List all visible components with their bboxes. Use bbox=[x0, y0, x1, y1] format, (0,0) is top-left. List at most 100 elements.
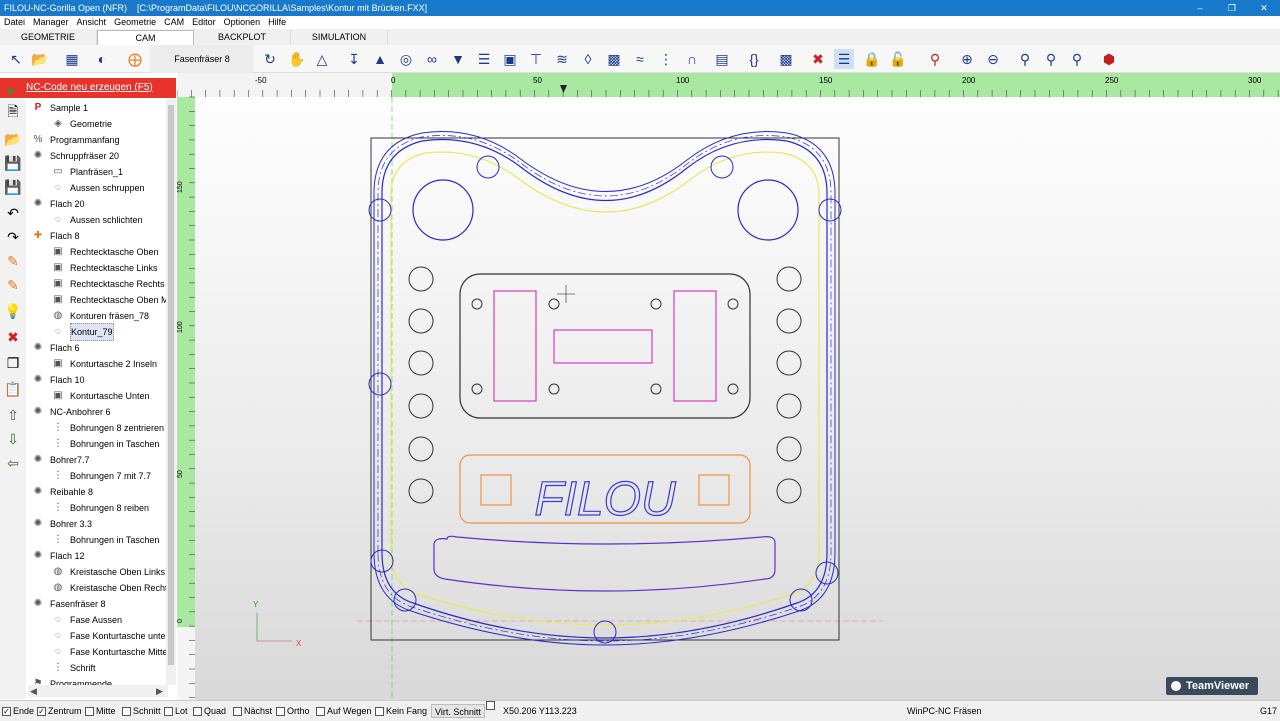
tree-item[interactable]: ▣ Rechtecktasche Oben bbox=[50, 244, 158, 260]
spiral-icon[interactable]: ∞ bbox=[422, 49, 442, 69]
tree-item[interactable]: ✺ Flach 12 bbox=[30, 548, 85, 564]
tab-geometrie[interactable]: GEOMETRIE bbox=[0, 30, 97, 45]
minimize-icon[interactable]: – bbox=[1184, 0, 1216, 16]
snap-lot[interactable]: Lot bbox=[164, 701, 188, 721]
scroll-left-icon[interactable]: ◀ bbox=[30, 685, 37, 697]
checker-icon[interactable]: ▩ bbox=[776, 49, 796, 69]
nc-regenerate-button[interactable]: ➤ NC-Code neu erzeugen (F5) bbox=[0, 78, 176, 98]
tab-cam[interactable]: CAM bbox=[97, 30, 194, 45]
menu-hilfe[interactable]: Hilfe bbox=[268, 16, 286, 29]
snap-lot-checkbox[interactable] bbox=[164, 706, 173, 716]
snap-ortho[interactable]: Ortho bbox=[276, 701, 310, 721]
hole[interactable] bbox=[776, 350, 802, 376]
small-hole[interactable] bbox=[650, 298, 662, 310]
hand-icon[interactable]: ✋ bbox=[287, 49, 307, 69]
tree-item[interactable]: ▣ Rechtecktasche Rechts bbox=[50, 276, 164, 292]
maximize-icon[interactable]: ❐ bbox=[1216, 0, 1248, 16]
snap-zentrum-checkbox[interactable]: ✓ bbox=[37, 706, 46, 716]
zoom-prev-icon[interactable]: ⚲ bbox=[1015, 49, 1035, 69]
tree-item[interactable]: ◌ Aussen schlichten bbox=[50, 212, 143, 228]
snap-naechst-checkbox[interactable] bbox=[233, 706, 242, 716]
tree-item[interactable]: ✺ Fasenfräser 8 bbox=[30, 596, 106, 612]
rect-pocket-right[interactable] bbox=[673, 290, 717, 402]
save-icon[interactable]: 💾 bbox=[3, 153, 23, 173]
layers-icon[interactable]: ☰ bbox=[834, 49, 854, 69]
edit-list-icon[interactable]: ✎ bbox=[3, 275, 23, 295]
move-left-icon[interactable]: ⇦ bbox=[3, 453, 23, 473]
bulb-icon[interactable]: 💡 bbox=[3, 301, 23, 321]
snap-mitte[interactable]: Mitte bbox=[85, 701, 116, 721]
tree-item[interactable]: ◍ Kreistasche Oben Links bbox=[50, 564, 165, 580]
hole[interactable] bbox=[776, 393, 802, 419]
bottom-contour-pocket[interactable] bbox=[433, 535, 776, 592]
tree-item[interactable]: ◈ Geometrie bbox=[50, 116, 112, 132]
tree-item[interactable]: ✚ Flach 8 bbox=[30, 228, 80, 244]
menu-geometrie[interactable]: Geometrie bbox=[114, 16, 156, 29]
text-pocket-island-right[interactable] bbox=[698, 474, 730, 506]
small-hole[interactable] bbox=[471, 298, 483, 310]
wave-icon[interactable]: ≈ bbox=[630, 49, 650, 69]
small-hole[interactable] bbox=[548, 298, 560, 310]
tree-item[interactable]: ✺ Schruppfräser 20 bbox=[30, 148, 119, 164]
unlock-icon[interactable]: 🔓 bbox=[888, 49, 908, 69]
tree-item[interactable]: P Sample 1 bbox=[30, 100, 88, 116]
menu-datei[interactable]: Datei bbox=[4, 16, 25, 29]
tree-item[interactable]: ⚑ Programmende bbox=[30, 676, 113, 685]
tree-item[interactable]: ◍ Konturen fräsen_78 bbox=[50, 308, 149, 324]
lines-icon[interactable]: ☰ bbox=[474, 49, 494, 69]
select-arrow-icon[interactable]: ↖ bbox=[6, 49, 26, 69]
chamfer-icon[interactable]: ◊ bbox=[578, 49, 598, 69]
tree-item[interactable]: ✺ Flach 6 bbox=[30, 340, 80, 356]
open-icon[interactable]: 📂 bbox=[30, 49, 50, 69]
middle-contour-pocket[interactable] bbox=[459, 273, 751, 419]
tree-item[interactable]: ✺ Bohrer 3.3 bbox=[30, 516, 92, 532]
bridge-circle[interactable] bbox=[368, 372, 392, 396]
finish-path[interactable] bbox=[390, 151, 820, 626]
tree-item[interactable]: ◌ Aussen schruppen bbox=[50, 180, 145, 196]
tree-item[interactable]: ✺ Reibahle 8 bbox=[30, 484, 93, 500]
copy-icon[interactable]: ❐ bbox=[3, 353, 23, 373]
t-slot-icon[interactable]: ⊤ bbox=[526, 49, 546, 69]
rect-pocket-center[interactable] bbox=[553, 329, 653, 364]
menu-manager[interactable]: Manager bbox=[33, 16, 69, 29]
tree-item[interactable]: ▣ Konturtasche Unten bbox=[50, 388, 149, 404]
tree-item[interactable]: % Programmanfang bbox=[30, 132, 120, 148]
small-hole[interactable] bbox=[727, 298, 739, 310]
pp-icon[interactable]: ▦ bbox=[62, 49, 82, 69]
tree-item[interactable]: ✺ Flach 20 bbox=[30, 196, 85, 212]
hole[interactable] bbox=[776, 436, 802, 462]
editor-icon[interactable]: ▤ bbox=[712, 49, 732, 69]
tree-item[interactable]: ▭ Planfräsen_1 bbox=[50, 164, 123, 180]
save-as-icon[interactable]: 💾 bbox=[3, 177, 23, 197]
pencil-icon[interactable]: ✎ bbox=[3, 251, 23, 271]
tree-item[interactable]: ⋮ Bohrungen in Taschen bbox=[50, 436, 159, 452]
tree-vertical-scrollbar[interactable] bbox=[166, 99, 176, 685]
menu-optionen[interactable]: Optionen bbox=[224, 16, 261, 29]
tree-item[interactable]: ✺ Bohrer7.7 bbox=[30, 452, 90, 468]
move-down-icon[interactable]: ⇩ bbox=[3, 429, 23, 449]
drawing-canvas[interactable]: 150 100 50 0 -50 0 50 100 150 200 250 30… bbox=[176, 73, 1280, 700]
pattern-icon[interactable]: ▩ bbox=[604, 49, 624, 69]
snap-naechst[interactable]: Nächst bbox=[233, 701, 272, 721]
bridge-circle[interactable] bbox=[368, 198, 392, 222]
tree-item[interactable]: ◍ Kreistasche Oben Rechts bbox=[50, 580, 170, 596]
snap-mitte-checkbox[interactable] bbox=[85, 706, 94, 716]
snap-quad[interactable]: Quad bbox=[193, 701, 226, 721]
snap-ende-checkbox[interactable]: ✓ bbox=[2, 706, 11, 716]
undo-icon[interactable]: ↶ bbox=[3, 203, 23, 223]
scroll-right-icon[interactable]: ▶ bbox=[156, 685, 163, 697]
snap-ende[interactable]: ✓ Ende bbox=[2, 701, 34, 721]
hole[interactable] bbox=[408, 308, 434, 334]
circle-pocket-icon[interactable]: ◎ bbox=[396, 49, 416, 69]
hole[interactable] bbox=[408, 266, 434, 292]
small-hole[interactable] bbox=[548, 383, 560, 395]
menu-cam[interactable]: CAM bbox=[164, 16, 184, 29]
menu-editor[interactable]: Editor bbox=[192, 16, 216, 29]
teamviewer-badge[interactable]: TeamViewer bbox=[1166, 677, 1258, 695]
engrave-icon[interactable]: ≋ bbox=[552, 49, 572, 69]
small-hole[interactable] bbox=[650, 383, 662, 395]
close-icon[interactable]: ✕ bbox=[1248, 0, 1280, 16]
move-up-icon[interactable]: ⇧ bbox=[3, 405, 23, 425]
bridge-circle[interactable] bbox=[789, 588, 813, 612]
tree-item[interactable]: ▣ Rechtecktasche Links bbox=[50, 260, 157, 276]
